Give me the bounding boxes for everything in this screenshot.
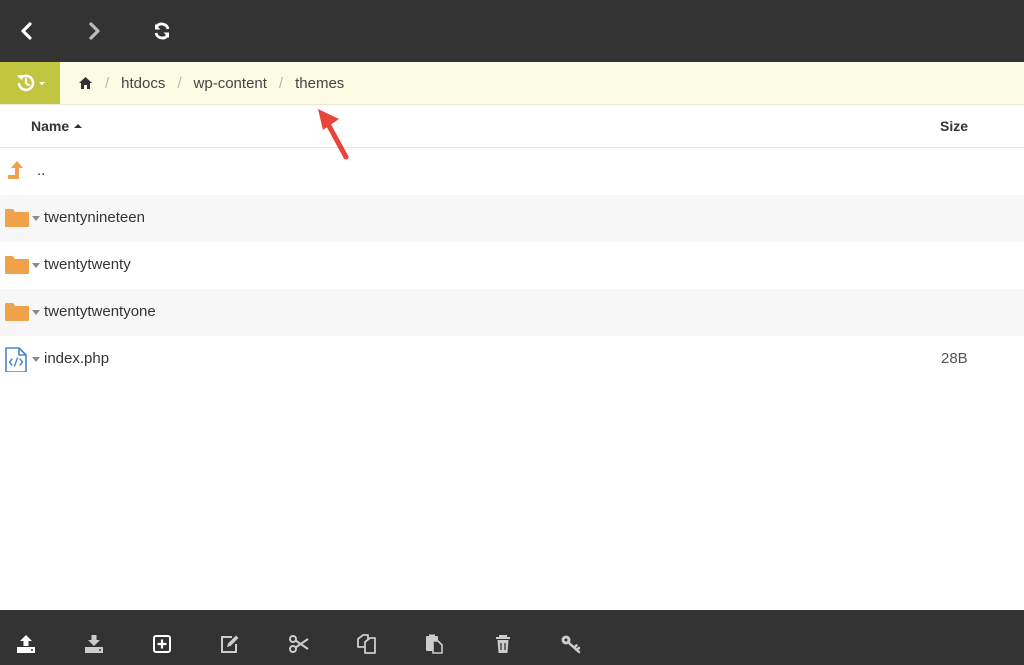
file-row-index-php[interactable]: index.php 28B bbox=[0, 336, 1024, 383]
folder-icon bbox=[5, 209, 29, 227]
breadcrumb-home[interactable] bbox=[78, 76, 93, 90]
table-header: Name Size bbox=[0, 105, 1024, 148]
delete-button[interactable] bbox=[491, 632, 515, 656]
bottom-toolbar bbox=[0, 610, 1024, 665]
cut-button[interactable] bbox=[287, 632, 311, 656]
refresh-button[interactable] bbox=[144, 13, 180, 49]
size-column-header[interactable]: Size bbox=[940, 118, 968, 134]
chevron-right-icon bbox=[89, 22, 100, 40]
breadcrumb-separator: / bbox=[177, 74, 182, 92]
edit-icon bbox=[221, 635, 239, 653]
edit-button[interactable] bbox=[218, 632, 242, 656]
home-icon bbox=[79, 77, 92, 89]
breadcrumb-item-wp-content[interactable]: wp-content bbox=[194, 75, 267, 92]
history-icon bbox=[17, 74, 45, 92]
cut-icon bbox=[289, 635, 309, 653]
back-button[interactable] bbox=[9, 13, 45, 49]
paste-button[interactable] bbox=[423, 632, 447, 656]
new-item-button[interactable] bbox=[150, 632, 174, 656]
history-button[interactable] bbox=[0, 62, 60, 104]
level-up-icon bbox=[8, 161, 23, 179]
name-column-header[interactable]: Name bbox=[31, 118, 83, 134]
row-menu-caret-icon[interactable] bbox=[32, 216, 40, 221]
row-menu-caret-icon[interactable] bbox=[32, 310, 40, 315]
parent-directory-row[interactable]: .. bbox=[0, 148, 1024, 195]
forward-button[interactable] bbox=[76, 13, 112, 49]
refresh-icon bbox=[154, 22, 170, 40]
code-file-icon bbox=[5, 347, 27, 372]
breadcrumb-separator: / bbox=[278, 74, 284, 92]
folder-icon bbox=[5, 303, 29, 321]
top-toolbar bbox=[0, 0, 1024, 62]
file-name: index.php bbox=[44, 350, 110, 367]
copy-icon bbox=[357, 634, 376, 654]
folder-row-twentytwentyone[interactable]: twentytwentyone bbox=[0, 289, 1024, 336]
folder-row-twentytwenty[interactable]: twentytwenty bbox=[0, 242, 1024, 289]
copy-button[interactable] bbox=[355, 632, 379, 656]
download-button[interactable] bbox=[82, 632, 106, 656]
breadcrumb-separator: / bbox=[105, 74, 110, 92]
folder-icon bbox=[5, 256, 29, 274]
file-name: twentynineteen bbox=[44, 209, 145, 226]
chevron-left-icon bbox=[21, 22, 32, 40]
breadcrumb-bar: / htdocs / wp-content / themes bbox=[0, 62, 1024, 105]
new-item-icon bbox=[153, 635, 171, 653]
upload-icon bbox=[17, 635, 35, 653]
breadcrumb: / htdocs / wp-content / themes bbox=[78, 62, 344, 104]
upload-button[interactable] bbox=[14, 632, 38, 656]
paste-icon bbox=[426, 634, 443, 654]
sort-ascending-icon bbox=[74, 124, 83, 128]
download-icon bbox=[85, 635, 103, 653]
delete-icon bbox=[496, 635, 510, 653]
permissions-icon bbox=[561, 635, 581, 654]
file-name: .. bbox=[37, 162, 46, 179]
breadcrumb-item-themes[interactable]: themes bbox=[295, 75, 344, 92]
file-name: twentytwenty bbox=[44, 256, 131, 273]
permissions-button[interactable] bbox=[559, 632, 583, 656]
breadcrumb-item-htdocs[interactable]: htdocs bbox=[121, 75, 165, 92]
file-name: twentytwentyone bbox=[44, 303, 156, 320]
size-column-label: Size bbox=[940, 118, 969, 134]
row-menu-caret-icon[interactable] bbox=[32, 357, 40, 362]
file-list: .. twentynineteen twentytwenty twentytwe… bbox=[0, 148, 1024, 383]
row-menu-caret-icon[interactable] bbox=[32, 263, 40, 268]
file-size: 28B bbox=[941, 350, 968, 367]
name-column-label: Name bbox=[31, 118, 70, 134]
folder-row-twentynineteen[interactable]: twentynineteen bbox=[0, 195, 1024, 242]
